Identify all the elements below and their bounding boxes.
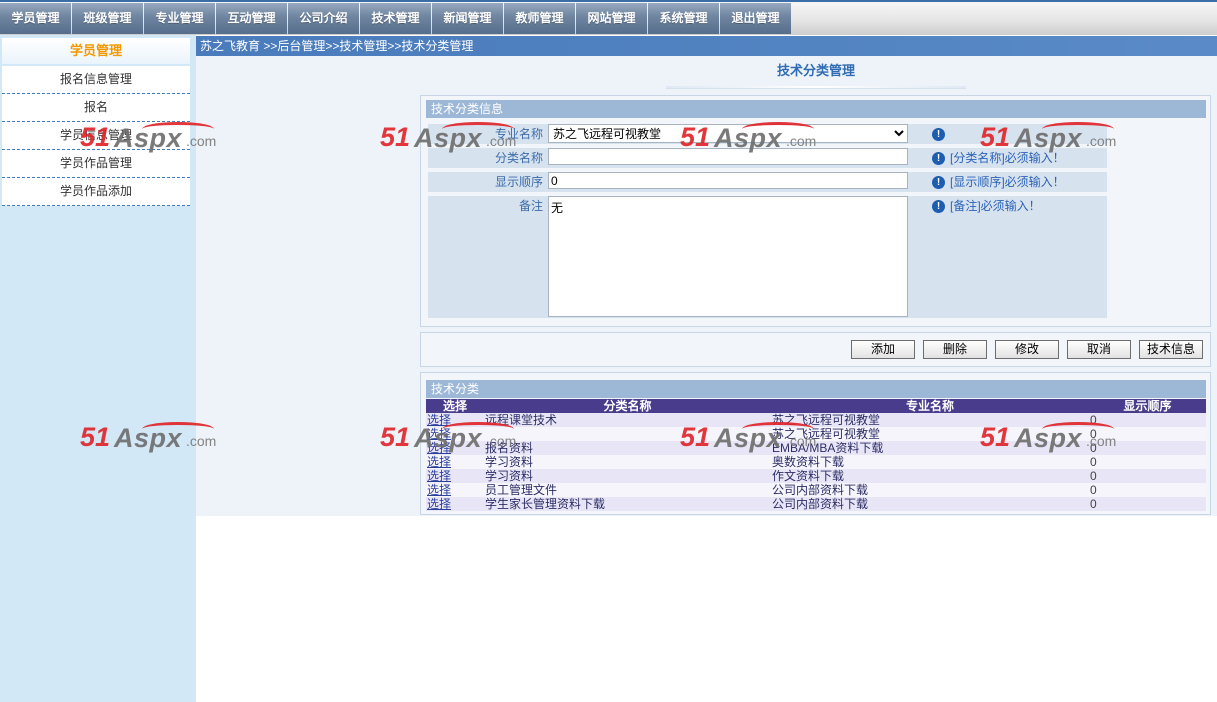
select-link[interactable]: 选择 xyxy=(427,497,451,511)
major-select[interactable]: 苏之飞远程可视教堂 xyxy=(548,124,908,143)
action-bar: 添加 删除 修改 取消 技术信息 xyxy=(420,332,1211,367)
major-name-cell: 苏之飞远程可视教堂 xyxy=(771,427,1089,441)
sidebar-item-student-works[interactable]: 学员作品管理 xyxy=(2,150,190,178)
nav-tab-tech[interactable]: 技术管理 xyxy=(360,3,431,34)
nav-tab-system[interactable]: 系统管理 xyxy=(648,3,719,34)
select-link[interactable]: 选择 xyxy=(427,455,451,469)
display-order-cell: 0 xyxy=(1089,441,1206,455)
table-row: 选择 学习资料 奥数资料下载 0 xyxy=(426,455,1206,469)
page-title: 技术分类管理 xyxy=(776,63,855,78)
category-name-cell xyxy=(484,427,771,441)
nav-tab-teacher[interactable]: 教师管理 xyxy=(504,3,575,34)
display-order-cell: 0 xyxy=(1089,455,1206,469)
table-header-row: 选择 分类名称 专业名称 显示顺序 xyxy=(426,399,1206,413)
category-name-input[interactable] xyxy=(548,148,908,165)
select-cell: 选择 xyxy=(426,455,484,469)
column-header-display-order: 显示顺序 xyxy=(1089,399,1206,413)
exclamation-circle-icon xyxy=(932,176,945,189)
sidebar-item-add-student-work[interactable]: 学员作品添加 xyxy=(2,178,190,206)
category-name-cell: 远程课堂技术 xyxy=(484,413,771,427)
display-order-cell: 0 xyxy=(1089,427,1206,441)
display-order-input[interactable] xyxy=(548,172,908,189)
display-order-cell: 0 xyxy=(1089,483,1206,497)
table-row: 选择 学生家长管理资料下载 公司内部资料下载 0 xyxy=(426,497,1206,511)
display-order-cell: 0 xyxy=(1089,497,1206,511)
category-required-message: [分类名称]必须输入！ xyxy=(950,151,1065,165)
major-name-cell: 作文资料下载 xyxy=(771,469,1089,483)
display-order-cell: 0 xyxy=(1089,469,1206,483)
select-cell: 选择 xyxy=(426,497,484,511)
exclamation-circle-icon xyxy=(932,128,945,141)
select-link[interactable]: 选择 xyxy=(427,441,451,455)
title-divider xyxy=(666,86,966,89)
nav-tabs: 学员管理 班级管理 专业管理 互动管理 公司介绍 技术管理 新闻管理 教师管理 … xyxy=(0,3,792,34)
select-cell: 选择 xyxy=(426,441,484,455)
nav-tab-major[interactable]: 专业管理 xyxy=(144,3,215,34)
sidebar: 学员管理 报名信息管理 报名 学员信息管理 学员作品管理 学员作品添加 xyxy=(0,35,196,702)
select-link[interactable]: 选择 xyxy=(427,427,451,441)
category-name-cell: 学习资料 xyxy=(484,469,771,483)
nav-tab-class[interactable]: 班级管理 xyxy=(72,3,143,34)
sidebar-item-enroll[interactable]: 报名 xyxy=(2,94,190,122)
major-name-cell: 苏之飞远程可视教堂 xyxy=(771,413,1089,427)
select-cell: 选择 xyxy=(426,413,484,427)
category-table: 选择 分类名称 专业名称 显示顺序 选择 远程课堂技术 苏之飞远程可视教堂 0 … xyxy=(426,399,1206,511)
exclamation-circle-icon xyxy=(932,200,945,213)
form-section-title: 技术分类信息 xyxy=(426,100,1206,118)
major-name-cell: 公司内部资料下载 xyxy=(771,497,1089,511)
sidebar-menu: 报名信息管理 报名 学员信息管理 学员作品管理 学员作品添加 xyxy=(2,66,190,206)
table-section-title: 技术分类 xyxy=(426,380,1206,398)
cancel-button[interactable]: 取消 xyxy=(1067,340,1131,359)
table-row: 选择 学习资料 作文资料下载 0 xyxy=(426,469,1206,483)
nav-tab-student[interactable]: 学员管理 xyxy=(0,3,71,34)
category-form-panel: 技术分类信息 专业名称 苏之飞远程可视教堂 分类名称 [分类名称]必须输入！ 显… xyxy=(420,95,1211,327)
nav-tab-company[interactable]: 公司介绍 xyxy=(288,3,359,34)
display-order-cell: 0 xyxy=(1089,413,1206,427)
nav-tab-logout[interactable]: 退出管理 xyxy=(720,3,791,34)
sidebar-item-student-info[interactable]: 学员信息管理 xyxy=(2,122,190,150)
exclamation-circle-icon xyxy=(932,152,945,165)
edit-button[interactable]: 修改 xyxy=(995,340,1059,359)
category-name-cell: 学生家长管理资料下载 xyxy=(484,497,771,511)
category-name-cell: 学习资料 xyxy=(484,455,771,469)
select-cell: 选择 xyxy=(426,427,484,441)
remark-label: 备注 xyxy=(518,199,543,213)
category-name-cell: 报名资料 xyxy=(484,441,771,455)
major-name-cell: 奥数资料下载 xyxy=(771,455,1089,469)
column-header-select: 选择 xyxy=(426,399,484,413)
select-cell: 选择 xyxy=(426,483,484,497)
table-row: 选择 报名资料 EMBA/MBA资料下载 0 xyxy=(426,441,1206,455)
sidebar-title: 学员管理 xyxy=(2,38,190,64)
nav-tab-interaction[interactable]: 互动管理 xyxy=(216,3,287,34)
category-name-cell: 员工管理文件 xyxy=(484,483,771,497)
select-cell: 选择 xyxy=(426,469,484,483)
delete-button[interactable]: 删除 xyxy=(923,340,987,359)
major-name-cell: 公司内部资料下载 xyxy=(771,483,1089,497)
order-required-message: [显示顺序]必须输入！ xyxy=(950,175,1065,189)
remark-required-message: [备注]必须输入！ xyxy=(950,199,1041,213)
tech-info-button[interactable]: 技术信息 xyxy=(1139,340,1203,359)
table-row: 选择 苏之飞远程可视教堂 0 xyxy=(426,427,1206,441)
table-row: 选择 远程课堂技术 苏之飞远程可视教堂 0 xyxy=(426,413,1206,427)
select-link[interactable]: 选择 xyxy=(427,483,451,497)
add-button[interactable]: 添加 xyxy=(851,340,915,359)
remark-textarea[interactable]: 无 xyxy=(548,196,908,317)
column-header-major-name: 专业名称 xyxy=(771,399,1089,413)
breadcrumb: 苏之飞教育 >>后台管理>>技术管理>>技术分类管理 xyxy=(196,36,1217,56)
sidebar-item-enrollment-info[interactable]: 报名信息管理 xyxy=(2,66,190,94)
major-name-cell: EMBA/MBA资料下载 xyxy=(771,441,1089,455)
category-label: 分类名称 xyxy=(494,151,543,165)
order-label: 显示顺序 xyxy=(494,175,543,189)
major-label: 专业名称 xyxy=(494,127,543,141)
select-link[interactable]: 选择 xyxy=(427,469,451,483)
category-table-panel: 技术分类 选择 分类名称 专业名称 显示顺序 选择 远程课堂技术 苏之飞远程可视… xyxy=(420,372,1211,515)
table-row: 选择 员工管理文件 公司内部资料下载 0 xyxy=(426,483,1206,497)
select-link[interactable]: 选择 xyxy=(427,413,451,427)
nav-tab-news[interactable]: 新闻管理 xyxy=(432,3,503,34)
top-nav-bar: 学员管理 班级管理 专业管理 互动管理 公司介绍 技术管理 新闻管理 教师管理 … xyxy=(0,0,1217,35)
nav-tab-website[interactable]: 网站管理 xyxy=(576,3,647,34)
column-header-category-name: 分类名称 xyxy=(484,399,771,413)
